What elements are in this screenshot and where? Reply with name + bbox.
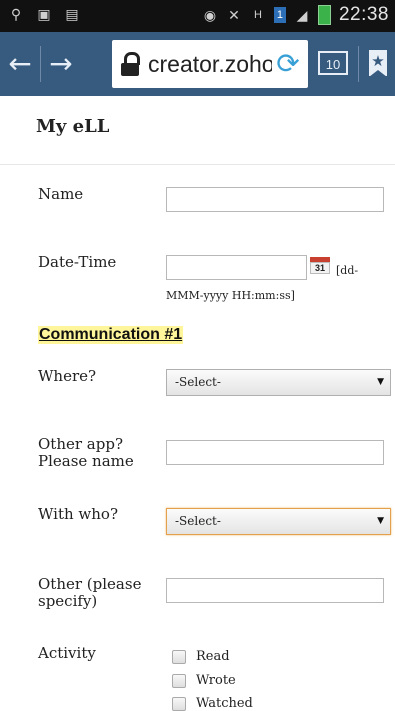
with-who-select[interactable]: -Select- ▼: [166, 508, 391, 535]
datetime-hint: [dd-: [336, 264, 359, 277]
checkbox[interactable]: [172, 649, 186, 664]
with-who-label: With who?: [38, 505, 118, 523]
other-specify-input[interactable]: [166, 578, 384, 603]
shopping-bag-icon: ▤: [65, 5, 79, 22]
datetime-hint-format: MMM-yyyy HH:mm:ss]: [166, 289, 295, 302]
activity-option-read[interactable]: Read: [172, 649, 230, 664]
tabs-button[interactable]: 10: [318, 51, 348, 75]
back-button[interactable]: ←: [0, 32, 40, 96]
page-header: My eLL: [0, 96, 395, 165]
url-text: creator.zohop: [148, 50, 288, 77]
image-icon: ▣: [37, 5, 51, 22]
other-specify-label: Other (please specify): [38, 575, 142, 610]
checkbox[interactable]: [172, 673, 186, 688]
where-selected-value: -Select-: [175, 375, 221, 389]
where-select[interactable]: -Select- ▼: [166, 369, 391, 396]
checkbox[interactable]: [172, 696, 186, 711]
dropdown-arrow-icon: ▼: [377, 377, 384, 387]
where-label: Where?: [38, 367, 97, 385]
battery-icon: [317, 5, 331, 25]
other-app-input[interactable]: [166, 440, 384, 465]
browser-toolbar: ← → creator.zohop ⟳ 10 ★: [0, 32, 395, 96]
network-h-icon: H: [253, 9, 262, 21]
reload-icon[interactable]: ⟳: [272, 48, 304, 80]
eye-icon: ◉: [203, 6, 217, 23]
datetime-input[interactable]: [166, 255, 307, 280]
clock: 22:38: [338, 4, 389, 25]
dropdown-arrow-icon: ▼: [377, 516, 384, 526]
activity-option-watched[interactable]: Watched: [172, 696, 253, 711]
sim-icon: 1: [273, 7, 286, 23]
calendar-icon[interactable]: 31: [310, 255, 330, 275]
datetime-label: Date-Time: [38, 253, 117, 271]
page-title: My eLL: [36, 116, 110, 137]
other-app-label: Other app? Please name: [38, 435, 134, 470]
toolbar-divider: [358, 46, 359, 82]
name-label: Name: [38, 185, 84, 203]
signal-icon: ◢: [296, 6, 308, 23]
lock-icon: [120, 52, 140, 76]
mute-icon: ✕: [228, 6, 240, 23]
address-bar[interactable]: creator.zohop ⟳: [112, 40, 308, 88]
status-bar: ⚲ ▣ ▤ ◉ ✕ H 1 ◢ 22:38: [0, 0, 395, 32]
activity-label: Activity: [38, 644, 96, 662]
section-title: Communication #1: [38, 326, 184, 344]
bookmark-icon[interactable]: ★: [369, 50, 387, 77]
with-who-selected-value: -Select-: [175, 514, 221, 528]
usb-icon: ⚲: [10, 5, 22, 22]
forward-button[interactable]: →: [41, 32, 81, 96]
name-input[interactable]: [166, 187, 384, 212]
activity-option-wrote[interactable]: Wrote: [172, 673, 236, 688]
